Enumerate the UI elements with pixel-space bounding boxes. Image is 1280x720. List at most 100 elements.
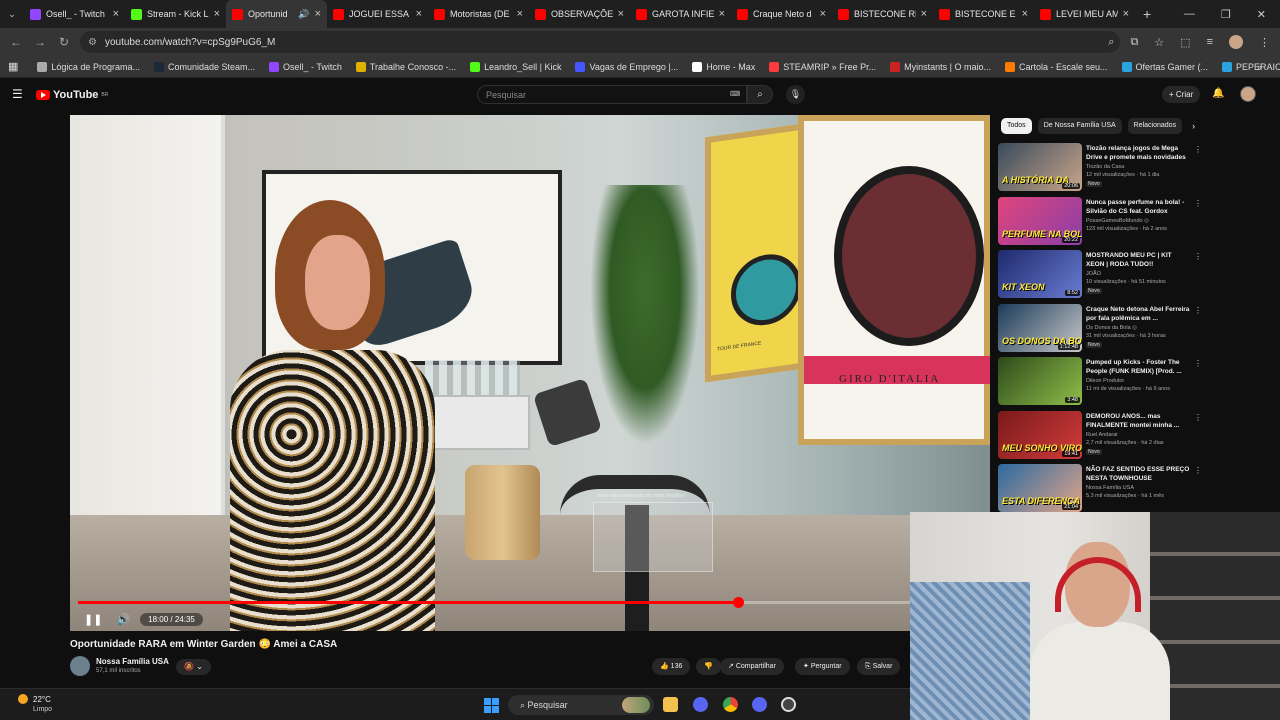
bookmark-item[interactable]: Home - Max: [685, 61, 762, 72]
recommendation-item[interactable]: PERFUME NA BOLA 20:22 Nunca passe perfume …: [998, 196, 1202, 249]
youtube-logo[interactable]: YouTube BR: [36, 89, 108, 101]
search-button[interactable]: ⌕: [747, 85, 773, 104]
browser-tab[interactable]: Osell_ - Twitch ×: [24, 0, 125, 28]
recommendation-channel[interactable]: PosseGamesBoMundo ◎: [1086, 218, 1149, 224]
browser-tab[interactable]: Craque Neto d ×: [731, 0, 832, 28]
recommendation-title[interactable]: Craque Neto detona Abel Ferreira por fal…: [1086, 305, 1190, 323]
video-player[interactable]: TOUR DE FRANCE GIRO D'ITALIA Puxe para c…: [70, 115, 990, 631]
tab-audio-icon[interactable]: 🔊: [298, 9, 309, 20]
recommendation-channel[interactable]: Ruel Andarai: [1086, 432, 1118, 438]
taskbar-search[interactable]: ⌕ Pesquisar: [508, 695, 654, 715]
bookmark-item[interactable]: Trabalhe Conosco -...: [349, 61, 463, 72]
pause-icon[interactable]: ❚❚: [84, 613, 102, 626]
browser-menu-icon[interactable]: ⋮: [1259, 36, 1270, 49]
tab-close-icon[interactable]: ×: [113, 8, 119, 20]
progress-bar[interactable]: [78, 597, 982, 608]
filter-chip[interactable]: De Nossa Família USA: [1037, 118, 1122, 134]
browser-tab[interactable]: Motoristas (DE ×: [428, 0, 529, 28]
recommendation-item[interactable]: OS DONOS DA BOLA1:12:48Craque Neto deton…: [998, 303, 1202, 356]
install-icon[interactable]: ⧉: [1130, 36, 1138, 49]
recommendation-thumbnail[interactable]: KIT XEON 8:52: [998, 250, 1082, 298]
more-options-icon[interactable]: ⋮: [1194, 359, 1202, 368]
more-options-icon[interactable]: ⋮: [1194, 306, 1202, 315]
browser-tab[interactable]: OBSERVAÇÕES ×: [529, 0, 630, 28]
apps-grid-icon[interactable]: ▦: [8, 60, 18, 73]
chips-next-chevron-icon[interactable]: ›: [1192, 121, 1195, 131]
recommendation-item[interactable]: ESTA DIFERENÇA 21:04 NÃO FAZ SENTIDO ESSE …: [998, 464, 1202, 516]
recommendation-thumbnail[interactable]: A HISTÓRIA DA 20:06: [998, 143, 1082, 191]
channel-avatar[interactable]: [70, 656, 90, 676]
bookmark-item[interactable]: Osell_ - Twitch: [262, 61, 349, 72]
browser-tab[interactable]: BISTECONE E C ×: [933, 0, 1034, 28]
bookmark-item[interactable]: Cartola - Escale seu...: [998, 61, 1115, 72]
volume-icon[interactable]: 🔊: [116, 613, 130, 626]
extensions-icon[interactable]: ⬚: [1180, 36, 1190, 49]
recommendation-title[interactable]: Pumped up Kicks - Foster The People (FUN…: [1086, 358, 1190, 376]
browser-tab[interactable]: JOGUEI ESSA P ×: [327, 0, 428, 28]
recommendation-thumbnail[interactable]: PERFUME NA BOLA 20:22: [998, 196, 1082, 245]
bookmark-item[interactable]: Comunidade Steam...: [147, 61, 262, 72]
weather-sun-icon[interactable]: [18, 694, 28, 704]
recommendation-title[interactable]: DEMOROU ANOS... mas FINALMENTE montei mi…: [1086, 412, 1190, 430]
subscription-bell-button[interactable]: 🔕 ⌄: [176, 659, 211, 675]
browser-tab[interactable]: Oportunid 🔊 ×: [226, 0, 327, 28]
tab-close-icon[interactable]: ×: [719, 8, 725, 20]
minimize-icon[interactable]: —: [1184, 8, 1195, 20]
close-window-icon[interactable]: ✕: [1257, 8, 1266, 21]
recommendation-item[interactable]: 3:48 Pumped up Kicks - Foster The People …: [998, 357, 1202, 409]
bookmark-item[interactable]: PEPERAIO HARDWA...: [1215, 61, 1280, 72]
account-avatar[interactable]: [1240, 86, 1256, 102]
more-options-icon[interactable]: ⋮: [1194, 413, 1202, 422]
tab-close-icon[interactable]: ×: [214, 8, 220, 20]
file-explorer-icon[interactable]: [663, 697, 678, 712]
browser-tab[interactable]: GAROTA INFIEL ×: [630, 0, 731, 28]
bookmark-item[interactable]: Vagas de Emprego |...: [568, 61, 685, 72]
filter-chip[interactable]: Relacionados: [1127, 118, 1183, 134]
like-button[interactable]: 👍 136: [652, 658, 691, 675]
ask-button[interactable]: ✦ Perguntar: [795, 658, 850, 675]
recommendation-channel[interactable]: Dileon Produtor: [1086, 378, 1124, 384]
recommendation-thumbnail[interactable]: ESTA DIFERENÇA 21:04: [998, 464, 1082, 512]
save-button[interactable]: ⎘ Salvar: [857, 658, 901, 675]
bookmark-item[interactable]: Myinstants | O maio...: [883, 61, 998, 72]
tab-close-icon[interactable]: ×: [618, 8, 624, 20]
tab-close-icon[interactable]: ×: [1022, 8, 1028, 20]
recommendation-title[interactable]: NÃO FAZ SENTIDO ESSE PREÇO NESTA TOWNHOU…: [1086, 465, 1190, 483]
tab-close-icon[interactable]: ×: [517, 8, 523, 20]
browser-tab[interactable]: BISTECONE RE ×: [832, 0, 933, 28]
recommendation-thumbnail[interactable]: OS DONOS DA BOLA1:12:48: [998, 303, 1082, 352]
windows-start-icon[interactable]: [484, 698, 499, 713]
tab-close-icon[interactable]: ×: [1123, 8, 1129, 20]
recommendation-thumbnail[interactable]: 3:48: [998, 357, 1082, 405]
recommendation-title[interactable]: Nunca passe perfume na bola! - Silvião d…: [1086, 198, 1190, 216]
more-options-icon[interactable]: ⋮: [1194, 145, 1202, 154]
zoom-icon[interactable]: ⌕: [1108, 36, 1114, 49]
browser-tab[interactable]: LEVEI MEU AM ×: [1034, 0, 1135, 28]
more-options-icon[interactable]: ⋮: [1194, 466, 1202, 475]
bookmarks-overflow-icon[interactable]: »: [1257, 62, 1262, 72]
bookmark-item[interactable]: STEAMRIP » Free Pr...: [762, 61, 883, 72]
back-icon[interactable]: ←: [4, 35, 28, 49]
filter-chip[interactable]: Todos: [1001, 118, 1032, 134]
recommendation-channel[interactable]: JOÃO: [1086, 271, 1101, 277]
reload-icon[interactable]: ↻: [52, 35, 76, 49]
recommendation-channel[interactable]: Nossa Família USA: [1086, 485, 1134, 491]
address-bar[interactable]: ⚙ youtube.com/watch?v=cpSg9PuG6_M: [80, 31, 1120, 53]
recommendation-title[interactable]: Tiozão relança jogos de Mega Drive e pro…: [1086, 144, 1190, 162]
browser-tab[interactable]: Stream - Kick L ×: [125, 0, 226, 28]
recommendation-item[interactable]: A HISTÓRIA DA 20:06 Tiozão relança jogos d…: [998, 143, 1202, 195]
weather-temperature[interactable]: 22°C: [33, 695, 51, 704]
bookmark-item[interactable]: Lógica de Programa...: [30, 61, 147, 72]
forward-icon[interactable]: →: [28, 35, 52, 49]
recommendation-channel[interactable]: Os Donos da Bola ◎: [1086, 325, 1137, 331]
dislike-button[interactable]: 👎: [696, 658, 721, 675]
bookmark-item[interactable]: Leandro_Sell | Kick: [463, 61, 568, 72]
restore-icon[interactable]: ❐: [1221, 8, 1231, 21]
tab-close-icon[interactable]: ×: [820, 8, 826, 20]
keyboard-icon[interactable]: ⌨: [730, 90, 740, 98]
hamburger-menu-icon[interactable]: ☰: [12, 87, 23, 101]
new-tab-button[interactable]: +: [1143, 6, 1151, 22]
bookmark-star-icon[interactable]: ☆: [1154, 36, 1164, 49]
recommendation-thumbnail[interactable]: MEU SONHO VIROU REALIDADE19:41: [998, 410, 1082, 459]
search-input[interactable]: Pesquisar: [477, 85, 747, 104]
